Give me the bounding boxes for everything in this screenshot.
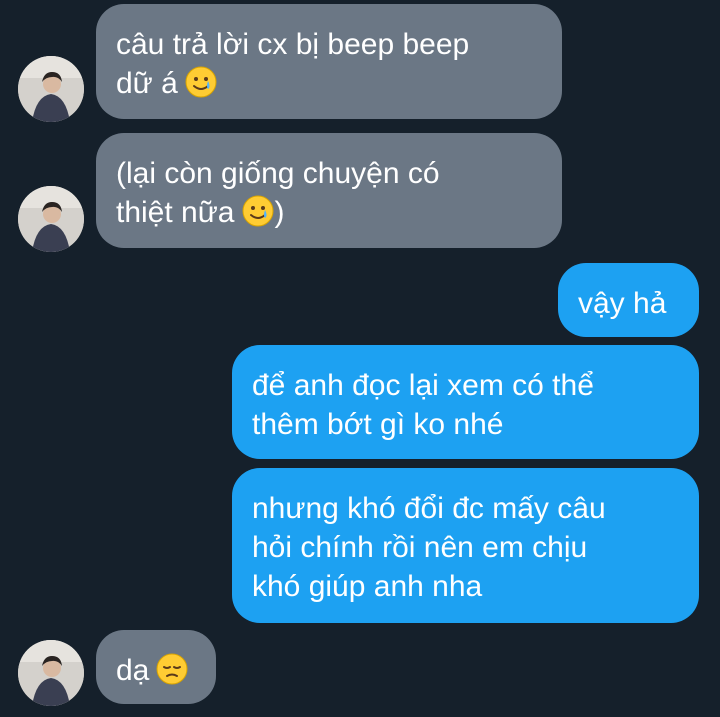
contact-avatar[interactable] [18, 56, 84, 122]
message-text-line: nhưng khó đổi đc mấy câu [252, 492, 606, 525]
message-text-line: hỏi chính rồi nên em chịu [252, 531, 588, 564]
message-text-line: dữ á [116, 67, 178, 100]
message-bubble-incoming[interactable]: (lại còn giống chuyện có thiệt nữa ) [96, 133, 562, 248]
message-bubble-outgoing[interactable]: nhưng khó đổi đc mấy câu hỏi chính rồi n… [232, 468, 699, 623]
message-text-line: dạ [116, 654, 150, 687]
avatar-photo [18, 56, 84, 122]
message-text-line: thiệt nữa [116, 196, 235, 229]
smiling-face-with-tear-icon [241, 194, 275, 228]
message-text-suffix: ) [274, 196, 285, 229]
message-bubble-outgoing[interactable]: để anh đọc lại xem có thể thêm bớt gì ko… [232, 345, 699, 459]
pensive-face-icon [155, 652, 189, 686]
message-text-line: để anh đọc lại xem có thể [252, 369, 594, 402]
message-bubble-incoming[interactable]: dạ [96, 630, 216, 704]
smiling-face-with-tear-icon [184, 65, 218, 99]
message-bubble-incoming[interactable]: câu trả lời cx bị beep beep dữ á [96, 4, 562, 119]
message-text-line: (lại còn giống chuyện có [116, 157, 440, 190]
message-text-line: câu trả lời cx bị beep beep [116, 28, 470, 61]
message-text-line: khó giúp anh nha [252, 570, 483, 603]
message-bubble-outgoing[interactable]: vậy hả [558, 263, 699, 337]
message-text-line: vậy hả [578, 287, 667, 320]
avatar-photo [18, 640, 84, 706]
contact-avatar[interactable] [18, 186, 84, 252]
avatar-photo [18, 186, 84, 252]
contact-avatar[interactable] [18, 640, 84, 706]
message-text-line: thêm bớt gì ko nhé [252, 408, 504, 441]
